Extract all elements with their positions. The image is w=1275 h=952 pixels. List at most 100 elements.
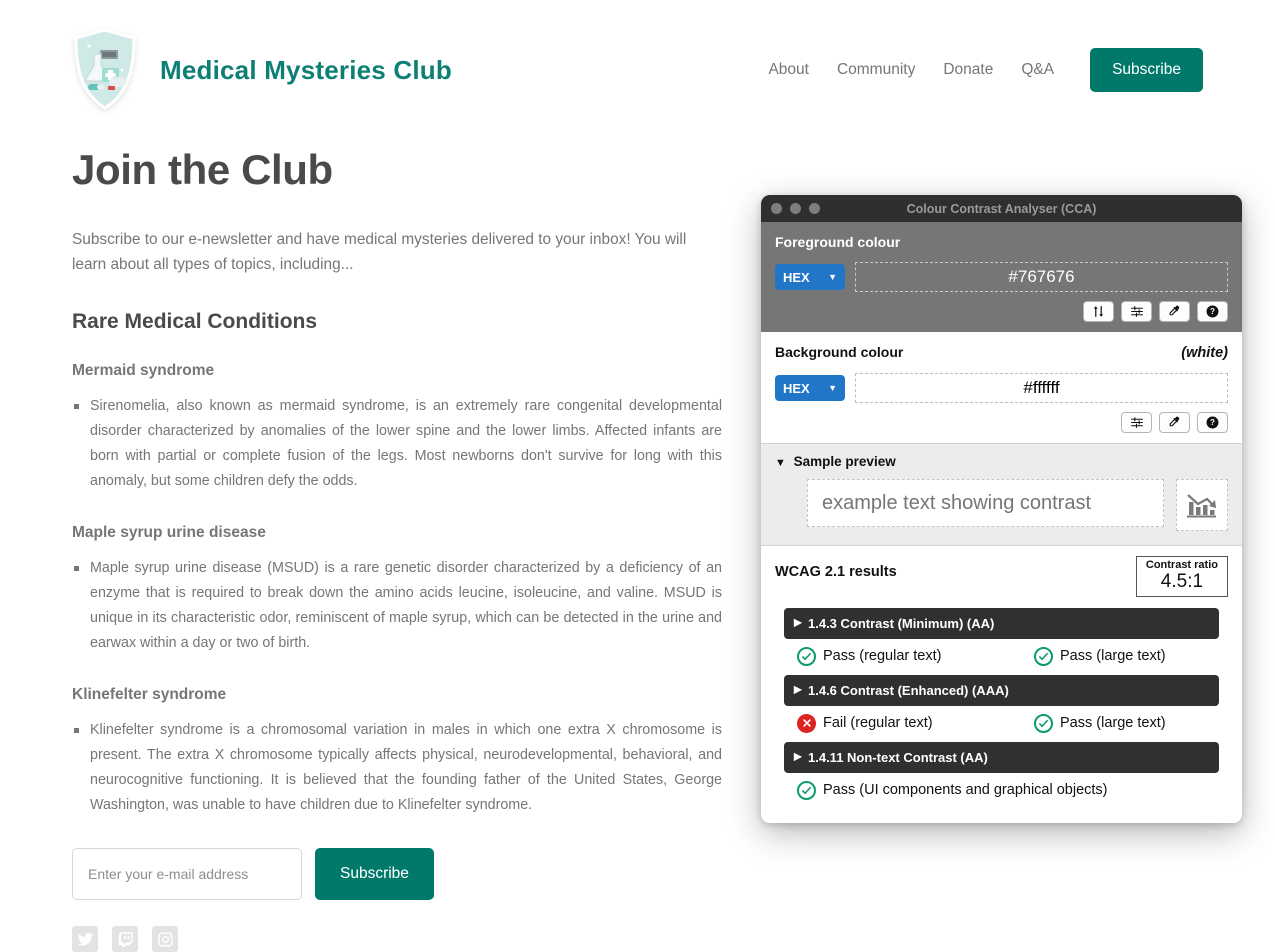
- list-item: Sirenomelia, also known as mermaid syndr…: [72, 394, 722, 494]
- criterion-1-4-6[interactable]: ▶ 1.4.6 Contrast (Enhanced) (AAA): [784, 674, 1219, 706]
- foreground-colour-row: HEX ▼ #767676: [775, 262, 1228, 292]
- intro-paragraph: Subscribe to our e-newsletter and have m…: [72, 231, 687, 273]
- foreground-colour-input[interactable]: #767676: [855, 262, 1228, 292]
- fail-icon: [797, 713, 816, 733]
- main-content: Join the Club Subscribe to our e-newslet…: [0, 118, 760, 952]
- sliders-icon[interactable]: [1121, 301, 1152, 322]
- sliders-icon[interactable]: [1121, 412, 1152, 433]
- window-title: Colour Contrast Analyser (CCA): [906, 201, 1097, 216]
- twitch-icon[interactable]: [112, 926, 138, 952]
- window-titlebar[interactable]: Colour Contrast Analyser (CCA): [761, 195, 1242, 222]
- foreground-panel: Foreground colour HEX ▼ #767676 ?: [761, 222, 1242, 332]
- sample-preview-label: Sample preview: [793, 454, 896, 469]
- colour-contrast-analyser-window: Colour Contrast Analyser (CCA) Foregroun…: [761, 195, 1242, 823]
- subscribe-submit-button[interactable]: Subscribe: [315, 848, 434, 901]
- outcome-label: Pass (large text): [1060, 648, 1166, 665]
- background-colour-row: HEX ▼ #ffffff: [775, 373, 1228, 403]
- outcome-large-text: Pass (large text): [1034, 646, 1166, 666]
- header-subscribe-button[interactable]: Subscribe: [1090, 48, 1203, 92]
- background-colour-input[interactable]: #ffffff: [855, 373, 1228, 403]
- close-button[interactable]: [771, 203, 782, 214]
- pass-icon: [1034, 713, 1053, 733]
- list-item: Maple syrup urine disease (MSUD) is a ra…: [72, 556, 722, 656]
- condition-title-mermaid: Mermaid syndrome: [72, 361, 215, 379]
- site-header: Medical Mysteries Club About Community D…: [0, 0, 1275, 118]
- brand[interactable]: Medical Mysteries Club: [72, 28, 452, 112]
- outcome-regular-text: Pass (regular text): [797, 646, 1034, 666]
- swap-colours-icon[interactable]: [1083, 301, 1114, 322]
- condition-title-msud: Maple syrup urine disease: [72, 523, 266, 541]
- nav-link-donate[interactable]: Donate: [943, 61, 993, 79]
- pass-icon: [1034, 646, 1053, 666]
- background-heading-label: Background colour: [775, 344, 904, 360]
- outcome-label: Pass (regular text): [823, 648, 942, 665]
- background-colour-name: (white): [1181, 345, 1228, 361]
- contrast-ratio-value: 4.5:1: [1160, 571, 1204, 593]
- maximize-button[interactable]: [809, 203, 820, 214]
- background-panel: Background colour (white) HEX ▼ #ffffff …: [761, 332, 1242, 443]
- chart-icon: [1176, 479, 1228, 531]
- results-header: WCAG 2.1 results Contrast ratio 4.5:1: [775, 556, 1228, 597]
- condition-title-klinefelter: Klinefelter syndrome: [72, 686, 227, 704]
- nav-link-qa[interactable]: Q&A: [1021, 61, 1054, 79]
- condition-list-klinefelter: Klinefelter syndrome is a chromosomal va…: [72, 718, 722, 818]
- nav-link-about[interactable]: About: [768, 61, 809, 79]
- sample-preview-panel: ▼ Sample preview example text showing co…: [761, 443, 1242, 546]
- email-field[interactable]: [72, 848, 302, 901]
- foreground-format-select[interactable]: HEX ▼: [775, 264, 845, 290]
- chevron-down-icon: ▼: [828, 272, 837, 282]
- background-format-select[interactable]: HEX ▼: [775, 375, 845, 401]
- contrast-ratio-label: Contrast ratio: [1145, 559, 1218, 571]
- condition-list-msud: Maple syrup urine disease (MSUD) is a ra…: [72, 556, 722, 656]
- eyedropper-icon[interactable]: [1159, 301, 1190, 322]
- criterion-1-4-6-outcomes: Fail (regular text) Pass (large text): [775, 706, 1228, 742]
- outcome-label: Fail (regular text): [823, 715, 933, 732]
- minimize-button[interactable]: [790, 203, 801, 214]
- section-title: Rare Medical Conditions: [72, 309, 318, 333]
- criterion-1-4-3[interactable]: ▶ 1.4.3 Contrast (Minimum) (AA): [784, 607, 1219, 639]
- condition-list-mermaid: Sirenomelia, also known as mermaid syndr…: [72, 394, 722, 494]
- triangle-right-icon: ▶: [794, 751, 802, 763]
- svg-text:?: ?: [1210, 418, 1215, 427]
- triangle-right-icon: ▶: [794, 617, 802, 629]
- foreground-format-value: HEX: [783, 269, 810, 285]
- medical-shield-logo-icon: [72, 28, 138, 112]
- twitter-icon[interactable]: [72, 926, 98, 952]
- page-title: Join the Club: [72, 146, 333, 193]
- eyedropper-icon[interactable]: [1159, 412, 1190, 433]
- wcag-results-panel: WCAG 2.1 results Contrast ratio 4.5:1 ▶ …: [761, 546, 1242, 823]
- triangle-down-icon: ▼: [775, 457, 786, 469]
- background-format-value: HEX: [783, 380, 810, 396]
- outcome-large-text: Pass (large text): [1034, 713, 1166, 733]
- help-icon[interactable]: ?: [1197, 412, 1228, 433]
- list-item: Klinefelter syndrome is a chromosomal va…: [72, 718, 722, 818]
- criterion-1-4-11-outcomes: Pass (UI components and graphical object…: [775, 773, 1228, 809]
- triangle-right-icon: ▶: [794, 684, 802, 696]
- criterion-1-4-3-outcomes: Pass (regular text) Pass (large text): [775, 639, 1228, 675]
- criterion-label: 1.4.3 Contrast (Minimum) (AA): [808, 615, 995, 631]
- foreground-actions: ?: [775, 301, 1228, 324]
- sample-text: example text showing contrast: [807, 479, 1164, 527]
- outcome-label: Pass (UI components and graphical object…: [823, 782, 1108, 799]
- help-icon[interactable]: ?: [1197, 301, 1228, 322]
- background-heading: Background colour (white): [775, 344, 1228, 361]
- contrast-ratio-box: Contrast ratio 4.5:1: [1135, 556, 1228, 597]
- outcome-ui-components: Pass (UI components and graphical object…: [797, 780, 1108, 800]
- criterion-label: 1.4.11 Non-text Contrast (AA): [808, 749, 988, 765]
- outcome-label: Pass (large text): [1060, 715, 1166, 732]
- criterion-1-4-11[interactable]: ▶ 1.4.11 Non-text Contrast (AA): [784, 741, 1219, 773]
- brand-name: Medical Mysteries Club: [160, 54, 452, 85]
- sample-preview-row: example text showing contrast: [775, 479, 1228, 531]
- sample-preview-toggle[interactable]: ▼ Sample preview: [775, 454, 1228, 469]
- pass-icon: [797, 646, 816, 666]
- window-controls[interactable]: [771, 203, 820, 214]
- main-navigation: About Community Donate Q&A Subscribe: [768, 48, 1203, 92]
- chevron-down-icon: ▼: [828, 383, 837, 393]
- pass-icon: [797, 780, 816, 800]
- outcome-regular-text: Fail (regular text): [797, 713, 1034, 733]
- instagram-icon[interactable]: [152, 926, 178, 952]
- background-actions: ?: [775, 412, 1228, 435]
- svg-text:?: ?: [1210, 307, 1215, 316]
- nav-link-community[interactable]: Community: [837, 61, 915, 79]
- results-title: WCAG 2.1 results: [775, 564, 897, 580]
